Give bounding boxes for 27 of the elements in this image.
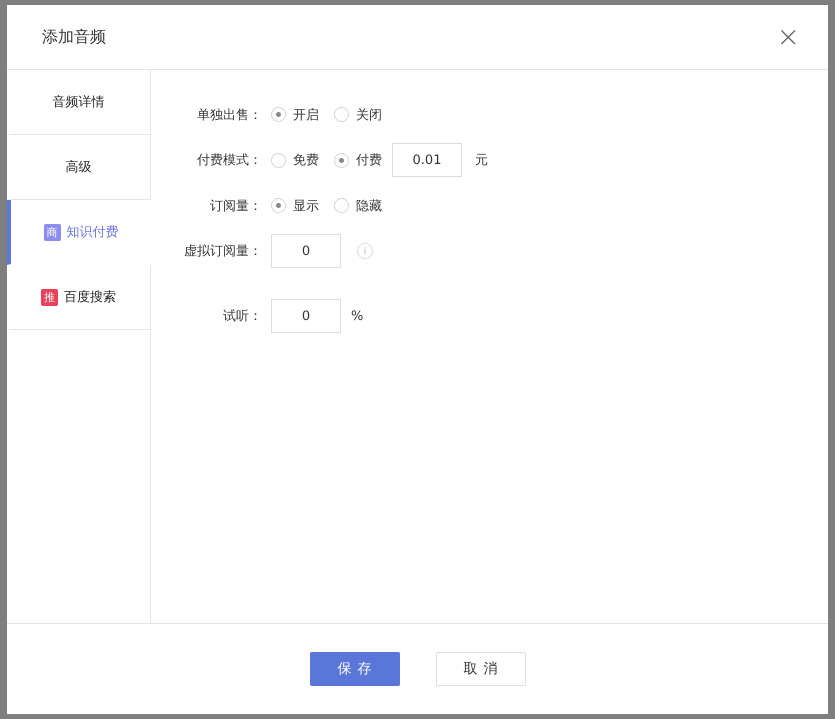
radio-option[interactable]: 隐藏 [334, 196, 382, 214]
save-button[interactable]: 保存 [310, 652, 400, 686]
dialog-title: 添加音频 [42, 26, 106, 48]
radio-option[interactable]: 免费 [271, 151, 319, 169]
tag-badge: 商 [44, 224, 60, 240]
field-label: 付费模式： [196, 152, 262, 169]
field-label: 订阅量： [209, 198, 262, 214]
field-label: 试听： [222, 308, 262, 325]
radio-option[interactable]: 付费 [334, 151, 382, 169]
tab-label: 高级 [66, 159, 92, 176]
unit-label: 元 [475, 152, 488, 169]
field-label: 虚拟订阅量： [183, 243, 262, 260]
tag-badge: 推 [41, 288, 58, 306]
number-input[interactable]: 0 [271, 299, 341, 333]
price-input[interactable]: 0.01 [392, 143, 462, 177]
radio-option[interactable]: 关闭 [334, 106, 382, 124]
cancel-button[interactable]: 取消 [436, 652, 526, 686]
unit-label: % [351, 308, 364, 324]
radio-option[interactable]: 显示 [271, 196, 319, 214]
radio-option[interactable]: 开启 [271, 106, 319, 124]
close-button[interactable]: × [776, 23, 800, 51]
tab-label: 音频详情 [52, 94, 104, 111]
tab-label: 百度搜索 [64, 289, 116, 306]
sidebar-tab[interactable]: 商 知识付费 [7, 200, 151, 265]
field-label: 单独出售： [196, 106, 262, 124]
tab-label: 知识付费 [66, 224, 118, 241]
number-input[interactable]: 0 [271, 234, 341, 268]
